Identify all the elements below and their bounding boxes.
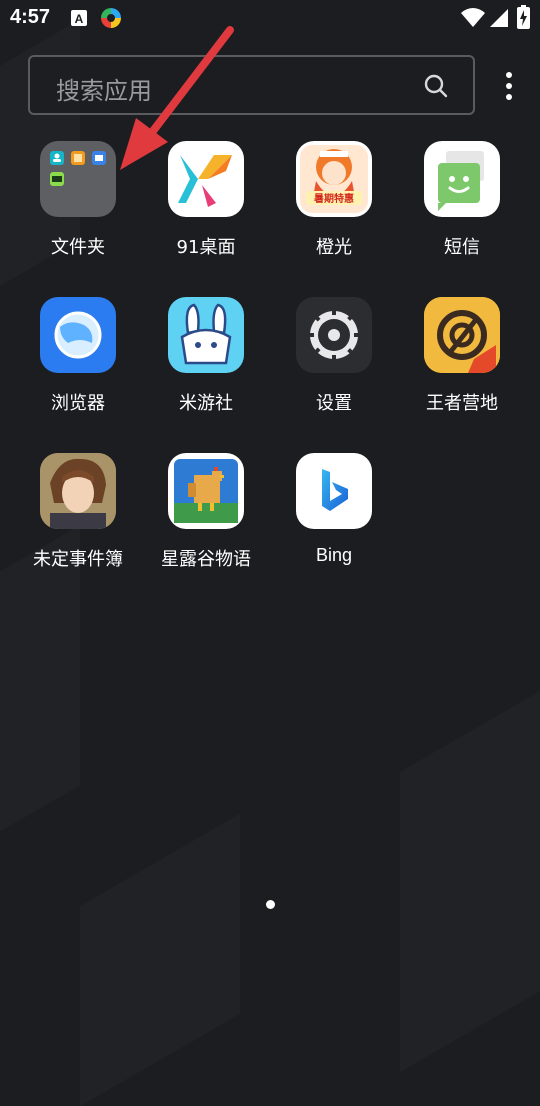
red-arrow-annotation xyxy=(120,26,234,170)
page-indicator-dot[interactable] xyxy=(266,900,275,909)
